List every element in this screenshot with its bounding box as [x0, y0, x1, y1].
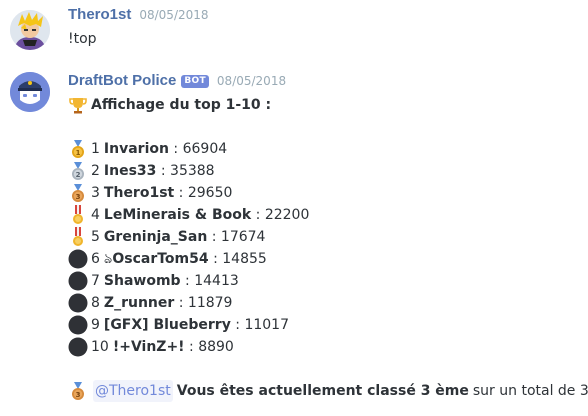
list-item: 2 2 Ines33 : 35388 — [68, 160, 578, 182]
list-item: 8 Z_runner : 11879 — [68, 292, 578, 314]
svg-text:2: 2 — [76, 171, 81, 179]
police-bot-avatar-icon — [10, 72, 50, 112]
player-score: 29650 — [187, 185, 233, 201]
rank-number: 6 — [91, 251, 100, 267]
separator: : — [156, 163, 171, 179]
military-medal-icon — [68, 205, 88, 225]
list-item: 3 3 Thero1st : 29650 — [68, 182, 578, 204]
user-avatar-icon — [10, 10, 50, 50]
rank-number: 3 — [91, 185, 100, 201]
chat-messages: Thero1st 08/05/2018 !top DraftBot Police… — [0, 0, 588, 416]
military-medal-icon — [68, 227, 88, 247]
message-thero1st: Thero1st 08/05/2018 !top — [0, 0, 588, 60]
message-content: !top — [68, 30, 97, 48]
svg-text:3: 3 — [76, 391, 81, 399]
player-score: 22200 — [264, 207, 310, 223]
rank-total: sur un total de 35 ! — [472, 383, 588, 399]
username[interactable]: Thero1st — [68, 6, 131, 23]
player-name: Greninja_San — [103, 229, 208, 245]
separator: : — [180, 273, 195, 289]
silver-medal-icon: 2 — [68, 161, 88, 181]
bronze-medal-icon: 3 — [68, 381, 88, 401]
player-score: 35388 — [170, 163, 215, 179]
rank-summary: 3 @Thero1st Vous êtes actuellement class… — [68, 380, 588, 402]
message-content: Affichage du top 1-10 : 1 1 Invarion : 669… — [68, 94, 588, 402]
separator: : — [168, 141, 183, 157]
list-item: 10 !+VinZ+! : 8890 — [68, 336, 578, 358]
timestamp: 08/05/2018 — [216, 74, 287, 88]
list-item: 1 1 Invarion : 66904 — [68, 138, 578, 160]
player-score: 11879 — [187, 295, 233, 311]
player-name: Shawomb — [103, 273, 181, 289]
message-header: DraftBot Police BOT 08/05/2018 — [68, 72, 286, 92]
black-circle-icon — [68, 315, 88, 335]
player-score: 14855 — [222, 251, 267, 267]
username[interactable]: DraftBot Police — [68, 72, 176, 89]
player-name: LeMinerais & Book — [103, 207, 252, 223]
rank-number: 9 — [91, 317, 100, 333]
leaderboard-list: 1 1 Invarion : 66904 2 2 Ines33 : 35388 3 3 Ther… — [68, 138, 578, 358]
list-item: 5 Greninja_San : 17674 — [68, 226, 578, 248]
message-draftbot: DraftBot Police BOT 08/05/2018 Affichage… — [0, 64, 588, 416]
rank-number: 4 — [91, 207, 100, 223]
svg-text:3: 3 — [76, 193, 81, 201]
player-name: !+VinZ+! — [112, 339, 185, 355]
user-mention[interactable]: @Thero1st — [93, 380, 173, 402]
list-item: 7 Shawomb : 14413 — [68, 270, 578, 292]
black-circle-icon — [68, 249, 88, 269]
rank-number: 8 — [91, 295, 100, 311]
black-circle-icon — [68, 271, 88, 291]
name-prefix-symbol: ঌ — [103, 251, 113, 267]
separator: : — [251, 207, 265, 223]
player-name: OscarTom54 — [112, 251, 209, 267]
player-score: 17674 — [220, 229, 266, 245]
trophy-icon — [68, 95, 88, 115]
player-name: [GFX] Blueberry — [103, 317, 231, 333]
separator: : — [174, 185, 188, 201]
gold-medal-icon: 1 — [68, 139, 88, 159]
separator: : — [184, 339, 199, 355]
player-name: Thero1st — [103, 185, 175, 201]
message-header: Thero1st 08/05/2018 — [68, 6, 209, 26]
player-score: 8890 — [198, 339, 234, 355]
black-circle-icon — [68, 337, 88, 357]
separator: : — [207, 229, 221, 245]
black-circle-icon — [68, 293, 88, 313]
player-name: Z_runner — [103, 295, 175, 311]
rank-number: 2 — [91, 163, 100, 179]
bronze-medal-icon: 3 — [68, 183, 88, 203]
separator: : — [230, 317, 245, 333]
rank-number: 10 — [91, 339, 109, 355]
rank-number: 7 — [91, 273, 100, 289]
player-score: 66904 — [182, 141, 228, 157]
timestamp: 08/05/2018 — [139, 8, 209, 22]
separator: : — [208, 251, 223, 267]
list-item: 4 LeMinerais & Book : 22200 — [68, 204, 578, 226]
rank-number: 5 — [91, 229, 100, 245]
list-item: 9 [GFX] Blueberry : 11017 — [68, 314, 578, 336]
rank-statement: Vous êtes actuellement classé 3 ème — [176, 383, 469, 399]
message-text: !top — [68, 31, 97, 47]
leaderboard-title: Affichage du top 1-10 : — [68, 94, 578, 116]
rank-number: 1 — [91, 141, 100, 157]
svg-text:1: 1 — [76, 149, 81, 157]
avatar[interactable] — [10, 72, 50, 112]
player-name: Ines33 — [103, 163, 157, 179]
player-score: 11017 — [244, 317, 289, 333]
separator: : — [174, 295, 188, 311]
player-score: 14413 — [194, 273, 239, 289]
player-name: Invarion — [103, 141, 169, 157]
bot-tag-badge: BOT — [181, 75, 209, 88]
leaderboard-title-text: Affichage du top 1-10 : — [91, 97, 272, 113]
list-item: 6 ঌ OscarTom54 : 14855 — [68, 248, 578, 270]
avatar[interactable] — [10, 10, 50, 50]
